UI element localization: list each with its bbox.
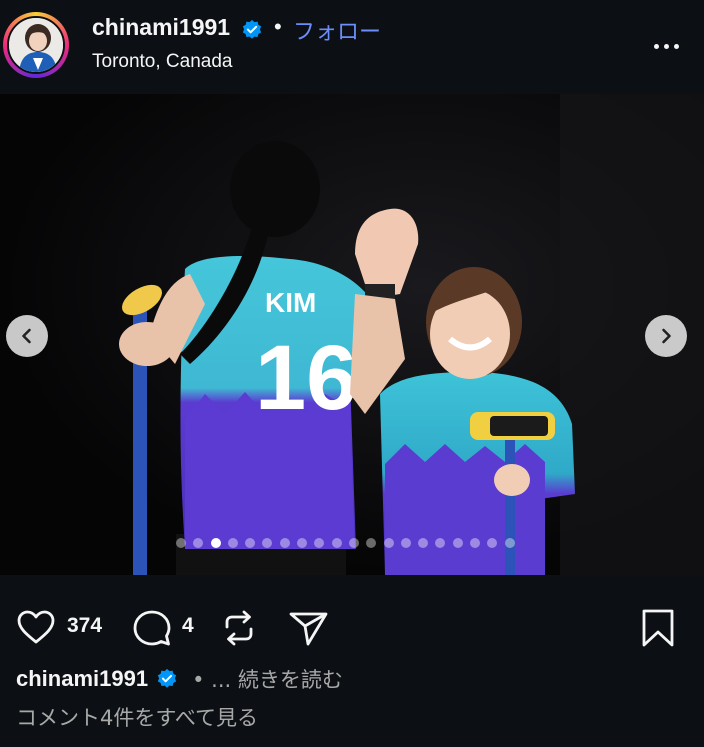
like-count[interactable]: 374 [67, 614, 102, 638]
carousel-dot [418, 538, 429, 548]
carousel-dot [487, 538, 498, 548]
verified-badge-icon [242, 19, 262, 39]
jersey-number-text: 16 [255, 327, 357, 429]
avatar-story-ring[interactable] [3, 12, 69, 78]
repost-icon[interactable] [219, 608, 259, 648]
carousel-dot [331, 538, 342, 548]
post-location[interactable]: Toronto, Canada [92, 51, 233, 73]
share-send-icon[interactable] [288, 608, 330, 648]
view-all-comments-link[interactable]: コメント4件をすべて見る [16, 702, 258, 732]
carousel-dot [348, 538, 359, 548]
separator-dot: • [274, 14, 282, 39]
carousel-dot [435, 538, 446, 548]
carousel-dot [383, 538, 394, 548]
post-username[interactable]: chinami1991 [92, 14, 230, 41]
carousel-dot [176, 538, 186, 548]
chevron-left-icon [22, 328, 31, 344]
jersey-name-text: KIM [265, 287, 316, 318]
post-header: chinami1991 • フォロー Toronto, Canada [0, 0, 704, 94]
carousel-dot [400, 538, 411, 548]
comment-bubble-icon[interactable] [132, 608, 172, 648]
like-heart-icon[interactable] [16, 608, 56, 648]
carousel-dot [245, 538, 256, 548]
carousel-dot [470, 538, 481, 548]
comment-count[interactable]: 4 [182, 614, 194, 638]
post-photo-carousel[interactable]: KIM 16 [0, 94, 704, 575]
post-photo: KIM 16 [119, 94, 704, 575]
carousel-dot [314, 538, 325, 548]
avatar[interactable] [7, 16, 65, 74]
carousel-dot [297, 538, 308, 548]
caption-username[interactable]: chinami1991 [16, 666, 148, 692]
carousel-dot [504, 538, 515, 548]
action-bar: 374 4 [0, 598, 704, 658]
bookmark-save-icon[interactable] [640, 608, 676, 648]
carousel-dot [452, 538, 463, 548]
avatar-image [9, 18, 63, 72]
carousel-dot [262, 538, 273, 548]
follow-button[interactable]: フォロー [293, 14, 381, 46]
chevron-right-icon [662, 328, 671, 344]
carousel-dot [279, 538, 290, 548]
more-options-icon[interactable] [648, 36, 684, 56]
carousel-prev-button[interactable] [6, 315, 48, 357]
carousel-next-button[interactable] [645, 315, 687, 357]
verified-badge-icon [157, 668, 177, 688]
carousel-dot [366, 538, 377, 548]
read-more-link[interactable]: • ... 続きを読む [192, 664, 343, 694]
caption-row: chinami1991 • ... 続きを読む [16, 664, 343, 694]
carousel-dot [210, 538, 221, 548]
carousel-dot [193, 538, 204, 548]
carousel-indicator [176, 538, 515, 548]
carousel-dot [227, 538, 238, 548]
